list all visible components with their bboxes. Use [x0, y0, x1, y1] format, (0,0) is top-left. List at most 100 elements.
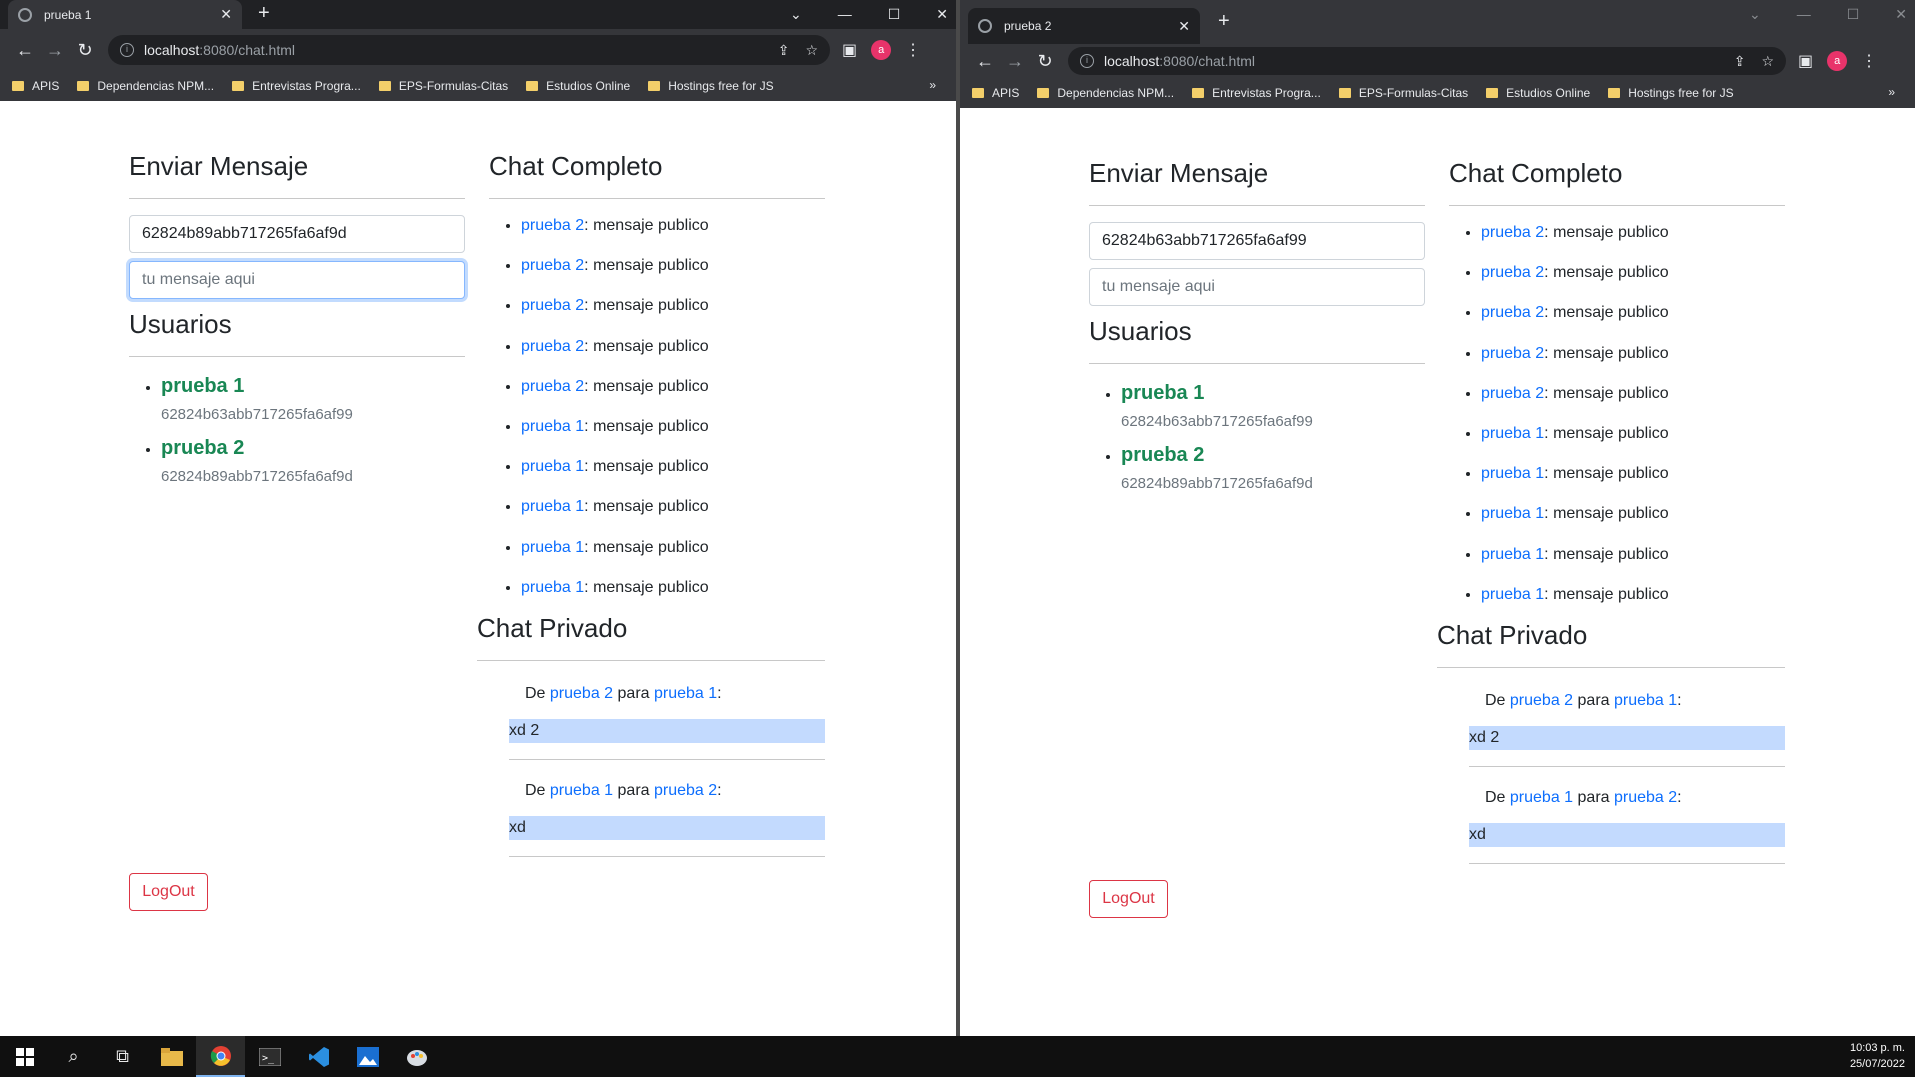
chat-text: : mensaje publico: [1544, 304, 1669, 322]
side-panel-icon[interactable]: ▣: [842, 40, 857, 60]
to-user-link[interactable]: prueba 1: [654, 685, 717, 702]
user-name[interactable]: prueba 1: [161, 375, 244, 397]
info-icon[interactable]: i: [1080, 54, 1094, 68]
menu-icon[interactable]: ⋮: [905, 40, 921, 60]
from-user-link[interactable]: prueba 1: [1510, 789, 1573, 806]
from-user-link[interactable]: prueba 2: [1510, 692, 1573, 709]
to-user-link[interactable]: prueba 1: [1614, 692, 1677, 709]
chat-user-link[interactable]: prueba 2: [521, 297, 584, 314]
avatar[interactable]: a: [1827, 51, 1848, 71]
bookmark-folder[interactable]: Dependencias NPM...: [1037, 86, 1174, 100]
forward-icon[interactable]: →: [40, 40, 70, 61]
bookmark-folder[interactable]: APIS: [972, 86, 1019, 100]
from-user-link[interactable]: prueba 2: [550, 685, 613, 702]
reload-icon[interactable]: ↻: [70, 40, 100, 61]
chat-user-link[interactable]: prueba 2: [521, 257, 584, 274]
chat-user-link[interactable]: prueba 2: [1481, 224, 1544, 241]
chat-user-link[interactable]: prueba 1: [521, 539, 584, 556]
close-window-icon[interactable]: ✕: [1895, 0, 1907, 29]
address-bar[interactable]: i localhost:8080/chat.html ⇪ ☆: [1068, 47, 1786, 75]
chat-user-link[interactable]: prueba 2: [1481, 345, 1544, 362]
file-explorer-icon[interactable]: [147, 1036, 196, 1077]
browser-tab[interactable]: prueba 2 ✕: [968, 8, 1200, 44]
photos-icon[interactable]: [343, 1036, 392, 1077]
bookmark-folder[interactable]: Entrevistas Progra...: [232, 79, 361, 93]
user-id-input[interactable]: [129, 215, 465, 253]
star-icon[interactable]: ☆: [805, 42, 818, 59]
windows-start-icon[interactable]: [0, 1036, 49, 1077]
chat-user-link[interactable]: prueba 2: [1481, 304, 1544, 321]
share-icon[interactable]: ⇪: [1734, 53, 1746, 70]
forward-icon[interactable]: →: [1000, 51, 1030, 72]
back-icon[interactable]: ←: [10, 40, 40, 61]
reload-icon[interactable]: ↻: [1030, 51, 1060, 72]
chat-list: prueba 2: mensaje publico prueba 2: mens…: [1449, 224, 1785, 626]
minimize-icon[interactable]: —: [1797, 0, 1811, 29]
chat-user-link[interactable]: prueba 1: [521, 458, 584, 475]
terminal-icon[interactable]: >_: [245, 1036, 294, 1077]
chat-user-link[interactable]: prueba 2: [521, 338, 584, 355]
chat-user-link[interactable]: prueba 1: [1481, 505, 1544, 522]
close-window-icon[interactable]: ✕: [936, 0, 948, 29]
chat-user-link[interactable]: prueba 2: [521, 217, 584, 234]
chat-user-link[interactable]: prueba 1: [1481, 465, 1544, 482]
user-id-input[interactable]: [1089, 222, 1425, 260]
user-name[interactable]: prueba 2: [1121, 444, 1204, 466]
bookmark-folder[interactable]: Estudios Online: [526, 79, 630, 93]
bookmark-folder[interactable]: EPS-Formulas-Citas: [378, 79, 508, 93]
bookmark-folder[interactable]: Entrevistas Progra...: [1192, 86, 1321, 100]
message-input[interactable]: [129, 261, 465, 299]
task-view-icon[interactable]: ⧉: [98, 1036, 147, 1077]
bookmark-folder[interactable]: Hostings free for JS: [648, 79, 774, 93]
chevron-double-right-icon[interactable]: »: [1888, 85, 1895, 99]
bookmark-folder[interactable]: APIS: [12, 79, 59, 93]
chevron-down-icon[interactable]: ⌄: [790, 0, 802, 29]
chrome-icon[interactable]: [196, 1036, 245, 1077]
close-tab-icon[interactable]: ✕: [220, 6, 232, 23]
search-icon[interactable]: ⌕: [49, 1036, 98, 1077]
close-tab-icon[interactable]: ✕: [1178, 18, 1190, 35]
chevron-double-right-icon[interactable]: »: [929, 78, 936, 92]
bookmark-folder[interactable]: Dependencias NPM...: [77, 79, 214, 93]
side-panel-icon[interactable]: ▣: [1798, 51, 1813, 71]
logout-button[interactable]: LogOut: [129, 873, 208, 911]
system-clock[interactable]: 10:03 p. m. 25/07/2022: [1850, 1040, 1905, 1072]
browser-tab[interactable]: prueba 1 ✕: [8, 0, 242, 29]
chat-user-link[interactable]: prueba 1: [1481, 586, 1544, 603]
star-icon[interactable]: ☆: [1761, 53, 1774, 70]
chat-user-link[interactable]: prueba 1: [521, 418, 584, 435]
menu-icon[interactable]: ⋮: [1861, 51, 1877, 71]
avatar[interactable]: a: [871, 40, 892, 60]
bookmark-folder[interactable]: Estudios Online: [1486, 86, 1590, 100]
chat-user-link[interactable]: prueba 2: [521, 378, 584, 395]
from-user-link[interactable]: prueba 1: [550, 782, 613, 799]
info-icon[interactable]: i: [120, 43, 134, 57]
address-bar[interactable]: i localhost:8080/chat.html ⇪ ☆: [108, 35, 830, 65]
bookmark-folder[interactable]: EPS-Formulas-Citas: [1338, 86, 1468, 100]
share-icon[interactable]: ⇪: [778, 42, 790, 59]
chat-user-link[interactable]: prueba 1: [1481, 546, 1544, 563]
chat-user-link[interactable]: prueba 2: [1481, 385, 1544, 402]
user-name[interactable]: prueba 2: [161, 437, 244, 459]
to-user-link[interactable]: prueba 2: [654, 782, 717, 799]
chevron-down-icon[interactable]: ⌄: [1749, 0, 1761, 29]
to-user-link[interactable]: prueba 2: [1614, 789, 1677, 806]
maximize-icon[interactable]: ☐: [888, 0, 901, 29]
message-input[interactable]: [1089, 268, 1425, 306]
logout-button[interactable]: LogOut: [1089, 880, 1168, 918]
paint-icon[interactable]: [392, 1036, 441, 1077]
chat-user-link[interactable]: prueba 1: [521, 579, 584, 596]
chat-message: prueba 1: mensaje publico: [1481, 425, 1785, 465]
maximize-icon[interactable]: ☐: [1847, 0, 1860, 29]
new-tab-icon[interactable]: +: [1218, 10, 1230, 33]
minimize-icon[interactable]: —: [838, 0, 852, 29]
user-name[interactable]: prueba 1: [1121, 382, 1204, 404]
chat-user-link[interactable]: prueba 1: [1481, 425, 1544, 442]
bookmark-folder[interactable]: Hostings free for JS: [1608, 86, 1734, 100]
tab-strip: prueba 1 ✕ + ⌄ — ☐ ✕: [0, 0, 956, 29]
back-icon[interactable]: ←: [970, 51, 1000, 72]
new-tab-icon[interactable]: +: [258, 2, 270, 25]
chat-user-link[interactable]: prueba 2: [1481, 264, 1544, 281]
chat-user-link[interactable]: prueba 1: [521, 498, 584, 515]
vscode-icon[interactable]: [294, 1036, 343, 1077]
